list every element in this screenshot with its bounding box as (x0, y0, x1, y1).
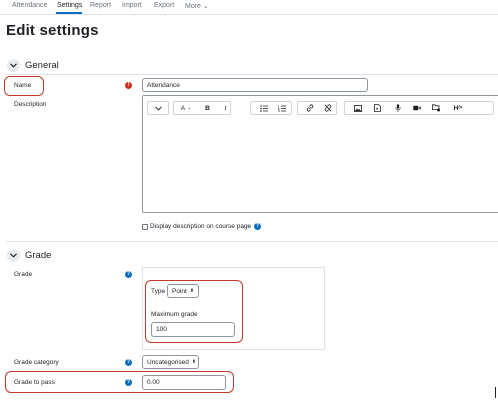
expand-toolbar-button[interactable] (150, 102, 167, 114)
manage-files-icon (432, 104, 441, 112)
section-title-general: General (25, 60, 59, 71)
section-divider (6, 74, 498, 75)
toolbar-group-media: H ⁄> (344, 101, 494, 115)
manage-files-button[interactable] (428, 102, 445, 114)
italic-glyph: I (224, 104, 227, 112)
display-description-checkbox[interactable] (142, 224, 148, 230)
link-icon (306, 104, 313, 112)
unlink-button[interactable] (319, 102, 336, 114)
help-icon[interactable]: ? (254, 223, 261, 230)
toolbar-group-style: A ⌄ B I (173, 101, 231, 115)
media-button[interactable] (369, 102, 386, 114)
microphone-icon (394, 104, 401, 112)
record-audio-button[interactable] (389, 102, 406, 114)
paragraph-styles-button[interactable]: A ⌄ (177, 102, 195, 114)
unlink-icon (324, 104, 331, 112)
chevron-down-icon (155, 105, 162, 111)
name-input[interactable]: Attendance (142, 78, 368, 92)
highlight-name (4, 76, 44, 96)
toolbar-group-links (297, 101, 337, 115)
help-icon[interactable]: ? (125, 271, 132, 278)
section-divider (6, 241, 498, 242)
section-title-grade: Grade (25, 250, 52, 261)
tab-export[interactable]: Export (154, 2, 174, 9)
page-title: Edit settings (6, 22, 99, 39)
collapse-grade-toggle[interactable] (7, 249, 20, 262)
tab-more-label: More (185, 3, 201, 10)
grade-label: Grade (14, 271, 33, 278)
html-button[interactable]: H ⁄> (448, 102, 468, 114)
image-button[interactable] (349, 102, 366, 114)
link-button[interactable] (301, 102, 318, 114)
unordered-list-icon (259, 104, 268, 112)
secondary-navigation: Attendance Settings Report Import Export… (0, 0, 498, 15)
record-video-button[interactable] (408, 102, 425, 114)
toolbar-group-expand (147, 101, 169, 115)
chevron-down-icon (10, 63, 17, 68)
ordered-list-icon (277, 104, 286, 112)
image-icon (353, 104, 362, 112)
unordered-list-button[interactable] (255, 102, 272, 114)
video-camera-icon (412, 105, 421, 111)
highlight-grade-settings (145, 280, 243, 343)
display-description-label: Display description on course page (150, 223, 252, 230)
tab-more[interactable]: More ⌄ (185, 2, 209, 10)
description-editor[interactable]: A ⌄ B I H ⁄> (142, 95, 498, 213)
tab-attendance[interactable]: Attendance (12, 2, 47, 9)
description-label: Description (14, 101, 47, 108)
chevron-down-icon: ⌄ (187, 105, 192, 111)
tab-settings[interactable]: Settings (57, 2, 82, 9)
help-icon[interactable]: ? (125, 359, 132, 366)
required-icon: ! (125, 82, 132, 89)
tab-import[interactable]: Import (122, 2, 142, 9)
tab-report[interactable]: Report (90, 2, 111, 9)
grade-category-select[interactable]: Uncategorised ⬍ (142, 355, 199, 369)
collapse-general-toggle[interactable] (7, 59, 20, 72)
styles-glyph: A (180, 104, 186, 112)
active-tab-indicator (56, 12, 82, 14)
text-cursor (495, 387, 496, 398)
toolbar-group-lists (250, 101, 292, 115)
bold-glyph: B (205, 104, 210, 112)
italic-button[interactable]: I (217, 102, 234, 114)
chevron-down-icon: ⌄ (202, 3, 209, 10)
bold-button[interactable]: B (199, 102, 216, 114)
ordered-list-button[interactable] (273, 102, 290, 114)
editor-content-area[interactable] (143, 118, 498, 212)
file-media-icon (374, 104, 381, 112)
grade-category-label: Grade category (14, 359, 59, 366)
chevron-down-icon (10, 253, 17, 258)
grade-category-value: Uncategorised (147, 358, 189, 366)
editor-toolbar: A ⌄ B I H ⁄> (143, 96, 498, 118)
select-caret-icon: ⬍ (191, 359, 197, 365)
highlight-grade-to-pass (5, 371, 234, 393)
code-angle-icon: ⁄> (458, 105, 463, 111)
